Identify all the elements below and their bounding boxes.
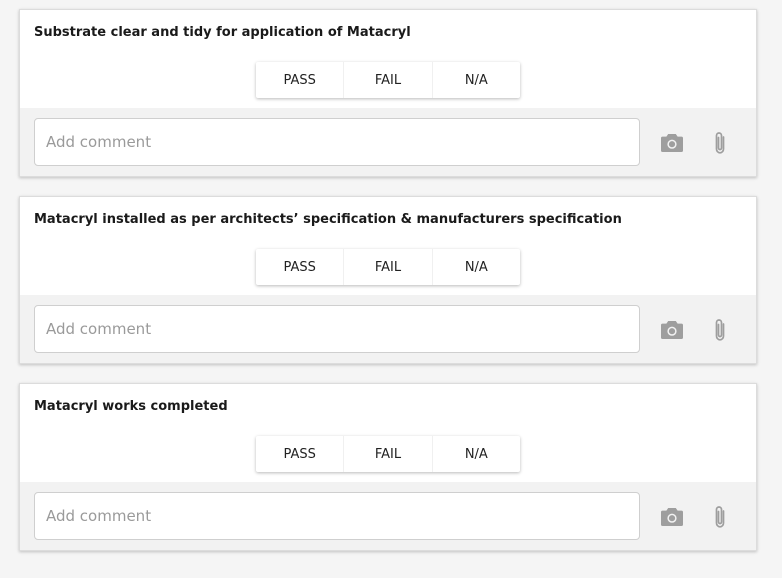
fail-option[interactable]: FAIL — [343, 249, 431, 285]
paperclip-icon[interactable] — [707, 504, 733, 530]
question-text: Substrate clear and tidy for application… — [34, 25, 411, 40]
checklist-item: Matacryl works completed PASS FAIL N/A — [19, 383, 757, 551]
na-option[interactable]: N/A — [431, 249, 520, 285]
na-option[interactable]: N/A — [431, 436, 520, 472]
pass-option[interactable]: PASS — [256, 62, 343, 98]
comment-input[interactable] — [34, 492, 640, 540]
pass-option[interactable]: PASS — [256, 249, 343, 285]
question-text: Matacryl works completed — [34, 399, 228, 414]
question-text: Matacryl installed as per architects’ sp… — [34, 212, 622, 227]
paperclip-icon[interactable] — [707, 317, 733, 343]
pass-option[interactable]: PASS — [256, 436, 343, 472]
pass-fail-na-selector: PASS FAIL N/A — [256, 436, 520, 472]
pass-fail-na-selector: PASS FAIL N/A — [256, 62, 520, 98]
comment-area — [20, 108, 756, 176]
camera-icon[interactable] — [659, 317, 685, 343]
fail-option[interactable]: FAIL — [343, 436, 431, 472]
na-option[interactable]: N/A — [431, 62, 520, 98]
paperclip-icon[interactable] — [707, 130, 733, 156]
comment-input[interactable] — [34, 118, 640, 166]
camera-icon[interactable] — [659, 504, 685, 530]
comment-area — [20, 295, 756, 363]
comment-input[interactable] — [34, 305, 640, 353]
fail-option[interactable]: FAIL — [343, 62, 431, 98]
checklist-item: Matacryl installed as per architects’ sp… — [19, 196, 757, 364]
comment-area — [20, 482, 756, 550]
pass-fail-na-selector: PASS FAIL N/A — [256, 249, 520, 285]
checklist-page: Substrate clear and tidy for application… — [0, 0, 782, 578]
camera-icon[interactable] — [659, 130, 685, 156]
checklist-item: Substrate clear and tidy for application… — [19, 9, 757, 177]
